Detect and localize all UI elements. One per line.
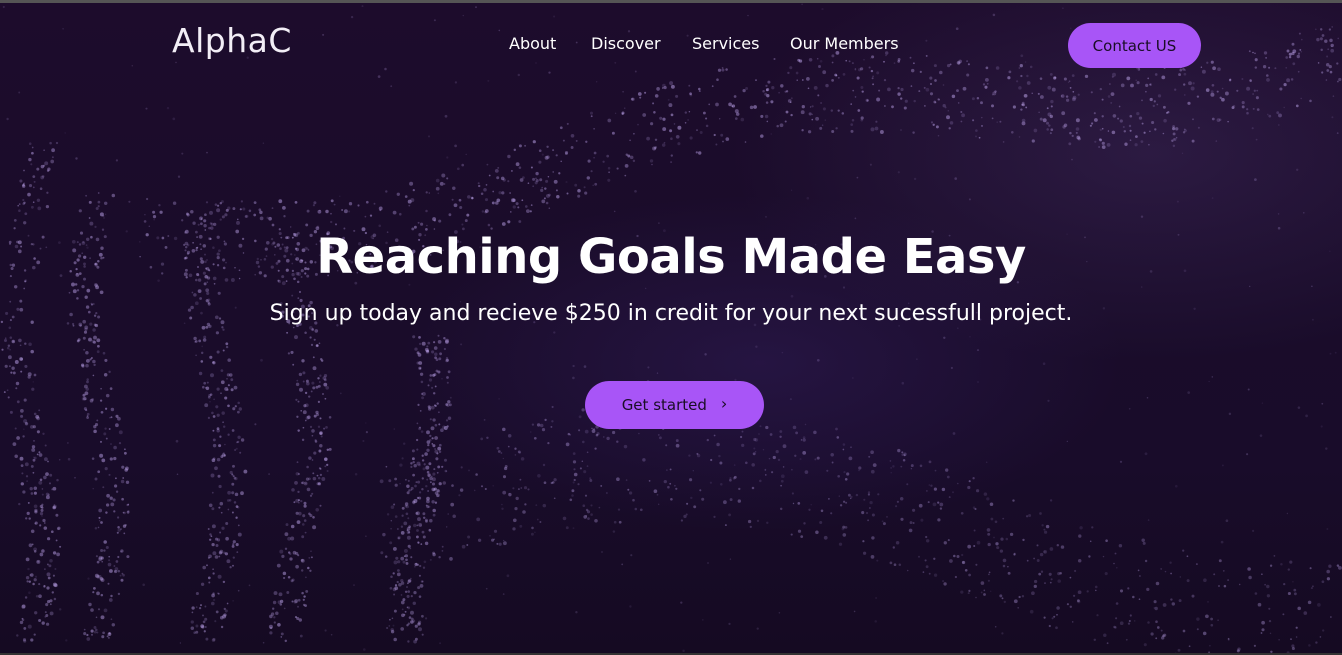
nav-link-about[interactable]: About — [509, 34, 556, 53]
hero-section: AlphaC About Discover Services Our Membe… — [0, 0, 1342, 655]
hero-subtitle: Sign up today and recieve $250 in credit… — [269, 301, 1073, 326]
hero-title: Reaching Goals Made Easy — [316, 229, 1026, 285]
nav-link-services[interactable]: Services — [692, 34, 759, 53]
chevron-right-icon: › — [720, 394, 728, 413]
nav-link-our-members[interactable]: Our Members — [790, 34, 899, 53]
get-started-button[interactable]: Get started › — [585, 381, 764, 429]
nav-link-discover[interactable]: Discover — [591, 34, 661, 53]
navbar: AlphaC About Discover Services Our Membe… — [0, 3, 1342, 88]
contact-us-button[interactable]: Contact US — [1068, 23, 1201, 68]
particle-wave-background — [0, 3, 1342, 655]
get-started-label: Get started — [621, 396, 707, 414]
